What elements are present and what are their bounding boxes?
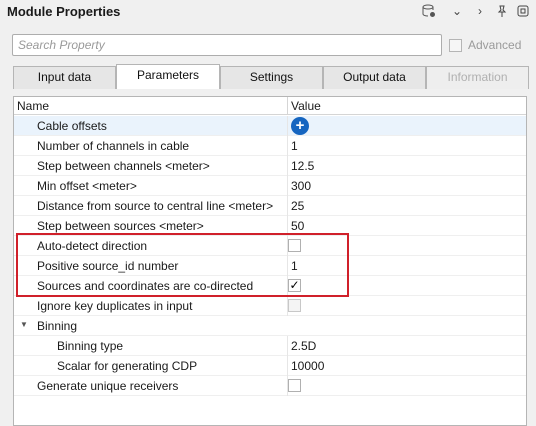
row-name: Binning type bbox=[57, 339, 124, 353]
value-divider bbox=[287, 196, 288, 216]
value-divider bbox=[287, 356, 288, 376]
row-value[interactable]: 1 bbox=[291, 139, 298, 153]
panel-header: Module Properties ⌄ › bbox=[0, 0, 536, 26]
row-name: Generate unique receivers bbox=[37, 379, 179, 393]
grid-header: Name Value bbox=[14, 97, 526, 115]
panel-title: Module Properties bbox=[7, 4, 121, 19]
value-divider bbox=[287, 116, 288, 136]
row-name: Scalar for generating CDP bbox=[57, 359, 198, 373]
row-name: Min offset <meter> bbox=[37, 179, 137, 193]
row-generate-unique-receivers[interactable]: Generate unique receivers bbox=[14, 376, 526, 396]
row-value[interactable]: 10000 bbox=[291, 359, 324, 373]
row-scalar-cdp[interactable]: Scalar for generating CDP 10000 bbox=[14, 356, 526, 376]
value-divider bbox=[287, 136, 288, 156]
row-name: Ignore key duplicates in input bbox=[37, 299, 193, 313]
row-name: Binning bbox=[37, 319, 78, 333]
advanced-checkbox[interactable] bbox=[449, 38, 462, 52]
row-value[interactable]: 12.5 bbox=[291, 159, 314, 173]
value-divider bbox=[287, 176, 288, 196]
pin-icon[interactable] bbox=[494, 3, 510, 19]
row-binning-group[interactable]: ▼ Binning bbox=[14, 316, 526, 336]
chevron-down-icon[interactable]: ⌄ bbox=[449, 3, 465, 19]
value-divider bbox=[287, 336, 288, 356]
row-cable-offsets[interactable]: Cable offsets + bbox=[14, 116, 526, 136]
row-number-of-channels[interactable]: Number of channels in cable 1 bbox=[14, 136, 526, 156]
row-name: Number of channels in cable bbox=[37, 139, 190, 153]
row-min-offset[interactable]: Min offset <meter> 300 bbox=[14, 176, 526, 196]
database-gear-icon[interactable] bbox=[421, 3, 437, 19]
collapse-triangle-icon[interactable]: ▼ bbox=[20, 320, 28, 329]
column-name-header[interactable]: Name bbox=[17, 99, 49, 113]
row-step-between-channels[interactable]: Step between channels <meter> 12.5 bbox=[14, 156, 526, 176]
row-name: Cable offsets bbox=[37, 119, 107, 133]
search-input[interactable]: Search Property bbox=[12, 34, 442, 56]
row-name: Step between sources <meter> bbox=[37, 219, 204, 233]
row-binning-type[interactable]: Binning type 2.5D bbox=[14, 336, 526, 356]
add-icon[interactable]: + bbox=[291, 117, 309, 135]
column-divider[interactable] bbox=[287, 97, 288, 115]
row-value[interactable]: 25 bbox=[291, 199, 304, 213]
tab-input-data[interactable]: Input data bbox=[13, 66, 116, 89]
row-name: Distance from source to central line <me… bbox=[37, 199, 274, 213]
advanced-label: Advanced bbox=[468, 38, 522, 52]
tab-parameters[interactable]: Parameters bbox=[116, 64, 220, 89]
ignore-duplicates-checkbox[interactable] bbox=[288, 299, 301, 312]
restore-window-icon[interactable] bbox=[515, 3, 531, 19]
tab-settings[interactable]: Settings bbox=[220, 66, 323, 89]
row-ignore-key-duplicates[interactable]: Ignore key duplicates in input bbox=[14, 296, 526, 316]
row-value[interactable]: 50 bbox=[291, 219, 304, 233]
chevron-right-icon[interactable]: › bbox=[472, 3, 488, 19]
column-value-header[interactable]: Value bbox=[291, 99, 321, 113]
tab-output-data[interactable]: Output data bbox=[323, 66, 426, 89]
row-value[interactable]: 2.5D bbox=[291, 339, 316, 353]
value-divider bbox=[287, 156, 288, 176]
row-value[interactable]: 300 bbox=[291, 179, 311, 193]
row-name: Step between channels <meter> bbox=[37, 159, 210, 173]
advanced-toggle[interactable]: Advanced bbox=[449, 38, 521, 52]
tab-bar: Input data Parameters Settings Output da… bbox=[13, 64, 529, 89]
row-distance-source-central-line[interactable]: Distance from source to central line <me… bbox=[14, 196, 526, 216]
tab-information: Information bbox=[426, 66, 529, 89]
unique-receivers-checkbox[interactable] bbox=[288, 379, 301, 392]
highlight-annotation-box bbox=[16, 233, 349, 297]
